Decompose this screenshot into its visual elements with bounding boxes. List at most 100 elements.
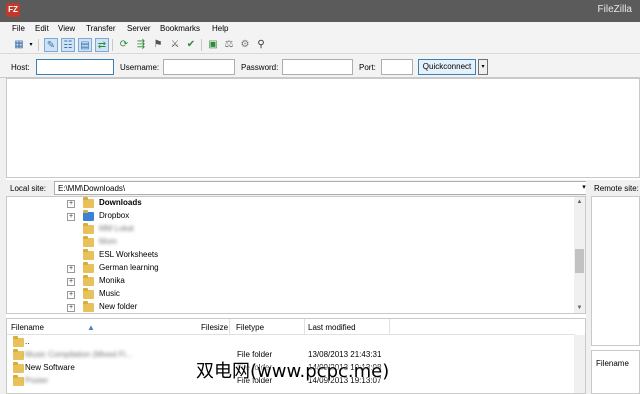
menu-server[interactable]: Server [127,24,151,33]
menu-view[interactable]: View [58,24,75,33]
table-row[interactable]: .. [7,336,575,349]
local-site-bar: Local site: E:\MM\Downloads\ ▾ [6,180,592,196]
expand-icon[interactable]: + [67,213,75,221]
file-name: .. [25,337,30,346]
expand-icon[interactable]: + [67,304,75,312]
filezilla-logo-icon: FZ [6,3,20,17]
tree-item[interactable]: + Monika [7,275,575,288]
toggle-remote-tree-icon[interactable]: ▤ [78,38,92,52]
tree-item-label: Music [99,289,120,298]
tree-item[interactable]: MM Lokal [7,223,575,236]
toolbar: ▦ ▾ ✎ ☷ ▤ ⇄ ⟳ ⇶ ⚑ ⚔ ✔ ▣ ⚖ ⚙ ⚲ [0,36,640,54]
folder-icon [13,336,24,347]
menu-bookmarks[interactable]: Bookmarks [160,24,200,33]
message-log[interactable] [6,78,640,178]
expand-icon[interactable]: + [67,200,75,208]
quickconnect-button[interactable]: Quickconnect [418,59,476,75]
toolbar-separator [112,39,113,51]
tree-item-label: Mom [99,237,117,246]
toggle-message-log-icon[interactable]: ✎ [44,38,58,52]
remote-site-label: Remote site: [594,184,639,193]
watermark: 双电网(www.pcpc.me) [196,361,390,382]
column-divider[interactable] [304,319,305,335]
column-filetype[interactable]: Filetype [236,323,264,332]
tree-item-label: German learning [99,263,159,272]
toolbar-separator [38,39,39,51]
remote-column-filename[interactable]: Filename [596,359,629,368]
local-site-label: Local site: [10,184,47,193]
file-name: New Software [25,363,75,372]
reconnect-icon[interactable]: ✔ [184,38,198,52]
column-filesize[interactable]: Filesize [201,323,228,332]
toggle-transfer-queue-icon[interactable]: ⇄ [95,38,109,52]
directory-listing-filters-icon[interactable]: ▣ [206,38,220,52]
username-input[interactable] [163,59,235,75]
sync-browse-icon[interactable]: ⚙ [238,38,252,52]
remote-file-list[interactable]: Filename [591,350,640,394]
menu-help[interactable]: Help [212,24,228,33]
file-list-scrollbar[interactable] [574,335,585,393]
local-path-input[interactable]: E:\MM\Downloads\ [54,181,592,195]
search-icon[interactable]: ⚲ [254,38,268,52]
tree-item[interactable]: + Downloads [7,197,575,210]
menu-transfer[interactable]: Transfer [86,24,116,33]
quickconnect-history-dropdown[interactable]: ▾ [478,59,488,75]
tree-item[interactable]: + Dropbox [7,210,575,223]
expand-icon[interactable]: + [67,265,75,273]
menu-edit[interactable]: Edit [35,24,49,33]
folder-icon [13,362,24,373]
tree-item-label: Dropbox [99,211,130,220]
process-queue-icon[interactable]: ⇶ [134,38,148,52]
host-label: Host: [11,63,30,72]
column-last-modified[interactable]: Last modified [308,323,356,332]
folder-icon [83,262,94,273]
expand-icon[interactable]: + [67,278,75,286]
column-filename[interactable]: Filename [11,323,44,332]
password-label: Password: [241,63,279,72]
tree-item-label: MM Lokal [99,224,134,233]
column-divider[interactable] [229,319,230,335]
folder-icon [83,275,94,286]
host-input[interactable] [36,59,114,75]
tree-item-label: Downloads [99,198,142,207]
username-label: Username: [120,63,160,72]
folder-icon [13,349,24,360]
local-path-value: E:\MM\Downloads\ [58,184,126,193]
remote-directory-tree[interactable] [591,196,640,346]
folder-icon [83,236,94,247]
tree-item-label: Monika [99,276,125,285]
tree-item[interactable]: Mom [7,236,575,249]
cancel-icon[interactable]: ⚑ [151,38,165,52]
title-bar: FZ FileZilla [0,0,640,22]
toolbar-separator [201,39,202,51]
column-divider[interactable] [389,319,390,335]
folder-icon [83,288,94,299]
folder-icon [83,249,94,260]
tree-item[interactable]: ESL Worksheets [7,249,575,262]
tree-item[interactable]: + German learning [7,262,575,275]
disconnect-icon[interactable]: ⚔ [168,38,182,52]
compare-icon[interactable]: ⚖ [222,38,236,52]
folder-icon [13,375,24,386]
window-title: FileZilla [597,4,632,15]
refresh-icon[interactable]: ⟳ [117,38,131,52]
scrollbar-thumb[interactable] [575,249,584,273]
scroll-down-icon[interactable]: ▼ [574,303,585,313]
port-input[interactable] [381,59,413,75]
tree-item-label: ESL Worksheets [99,250,159,259]
password-input[interactable] [282,59,353,75]
scroll-up-icon[interactable]: ▲ [574,197,585,207]
toggle-local-tree-icon[interactable]: ☷ [61,38,75,52]
menu-file[interactable]: File [12,24,25,33]
menu-bar: File Edit View Transfer Server Bookmarks… [0,22,640,36]
expand-icon[interactable]: + [67,291,75,299]
local-directory-tree[interactable]: + Downloads + Dropbox MM Lokal Mom ESL W… [6,196,586,314]
file-name: Music Compilation (Mixed Fi... [25,350,133,359]
tree-scrollbar[interactable]: ▲ ▼ [574,197,585,313]
tree-item[interactable]: + Music [7,288,575,301]
quickconnect-bar: Host: Username: Password: Port: Quickcon… [0,54,640,78]
dropdown-icon[interactable]: ▾ [27,38,35,52]
site-manager-icon[interactable]: ▦ [12,38,26,52]
folder-icon [83,197,94,208]
tree-item[interactable]: + New folder [7,301,575,313]
